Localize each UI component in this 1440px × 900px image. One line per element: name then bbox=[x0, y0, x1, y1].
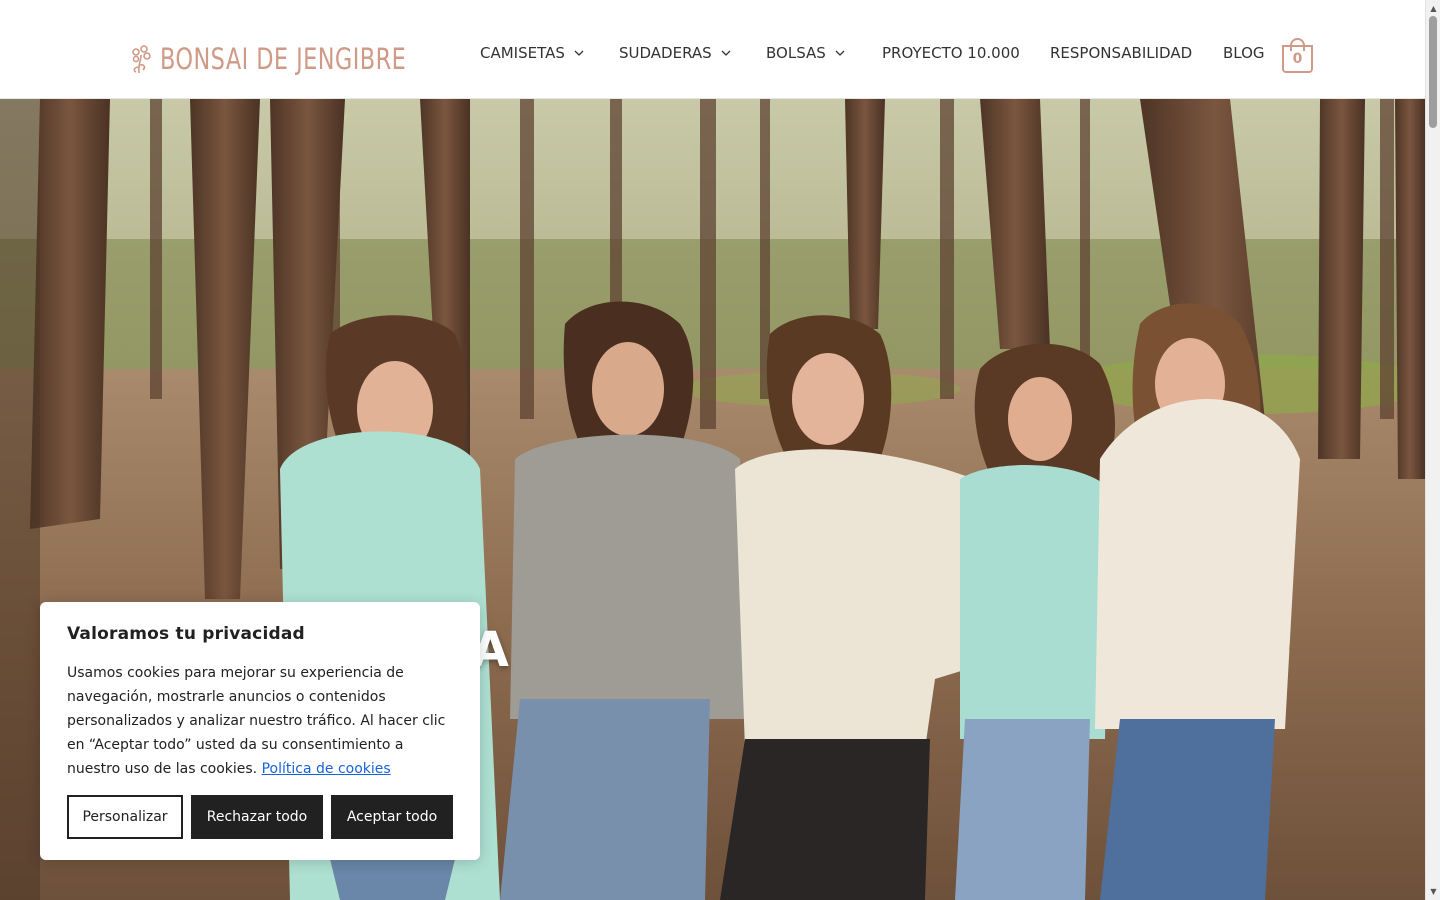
cookie-actions: Personalizar Rechazar todo Aceptar todo bbox=[67, 795, 453, 839]
nav-item-bolsas[interactable]: BOLSAS bbox=[766, 44, 845, 62]
cookie-description: Usamos cookies para mejorar su experienc… bbox=[67, 661, 453, 781]
nav-item-label: CAMISETAS bbox=[480, 44, 565, 62]
nav-item-label: BOLSAS bbox=[766, 44, 826, 62]
nav-item-camisetas[interactable]: CAMISETAS bbox=[480, 44, 584, 62]
page-scrollbar[interactable]: ▲ ▼ bbox=[1425, 0, 1440, 900]
accept-all-button[interactable]: Aceptar todo bbox=[331, 795, 453, 839]
reject-all-button[interactable]: Rechazar todo bbox=[191, 795, 323, 839]
nav-item-label: RESPONSABILIDAD bbox=[1050, 44, 1193, 62]
cookie-policy-link[interactable]: Política de cookies bbox=[262, 761, 391, 777]
nav-item-responsabilidad[interactable]: RESPONSABILIDAD bbox=[1050, 44, 1192, 62]
chevron-down-icon bbox=[574, 50, 584, 56]
cookie-title: Valoramos tu privacidad bbox=[67, 624, 305, 644]
cart-button[interactable]: 0 bbox=[1282, 38, 1313, 74]
brand-name: BONSAI DE JENGIBRE bbox=[160, 41, 407, 76]
scroll-thumb[interactable] bbox=[1429, 16, 1437, 128]
nav-item-proyecto[interactable]: PROYECTO 10.000 bbox=[882, 44, 1020, 62]
nav-item-blog[interactable]: BLOG bbox=[1223, 44, 1265, 62]
customize-button[interactable]: Personalizar bbox=[67, 795, 183, 839]
cart-count: 0 bbox=[1292, 51, 1303, 67]
nav-item-label: SUDADERAS bbox=[619, 44, 712, 62]
scroll-up-arrow-icon[interactable]: ▲ bbox=[1429, 4, 1438, 13]
chevron-down-icon bbox=[721, 50, 731, 56]
brand-logo[interactable]: BONSAI DE JENGIBRE bbox=[128, 42, 446, 76]
site-header: BONSAI DE JENGIBRE CAMISETAS SUDADERAS B… bbox=[0, 0, 1425, 99]
scroll-down-arrow-icon[interactable]: ▼ bbox=[1429, 887, 1438, 896]
nav-item-sudaderas[interactable]: SUDADERAS bbox=[619, 44, 731, 62]
ginger-flower-icon bbox=[132, 45, 151, 74]
cookie-consent-banner: Valoramos tu privacidad Usamos cookies p… bbox=[40, 602, 480, 860]
nav-item-label: BLOG bbox=[1223, 44, 1265, 62]
nav-item-label: PROYECTO 10.000 bbox=[882, 44, 1020, 62]
chevron-down-icon bbox=[835, 50, 845, 56]
